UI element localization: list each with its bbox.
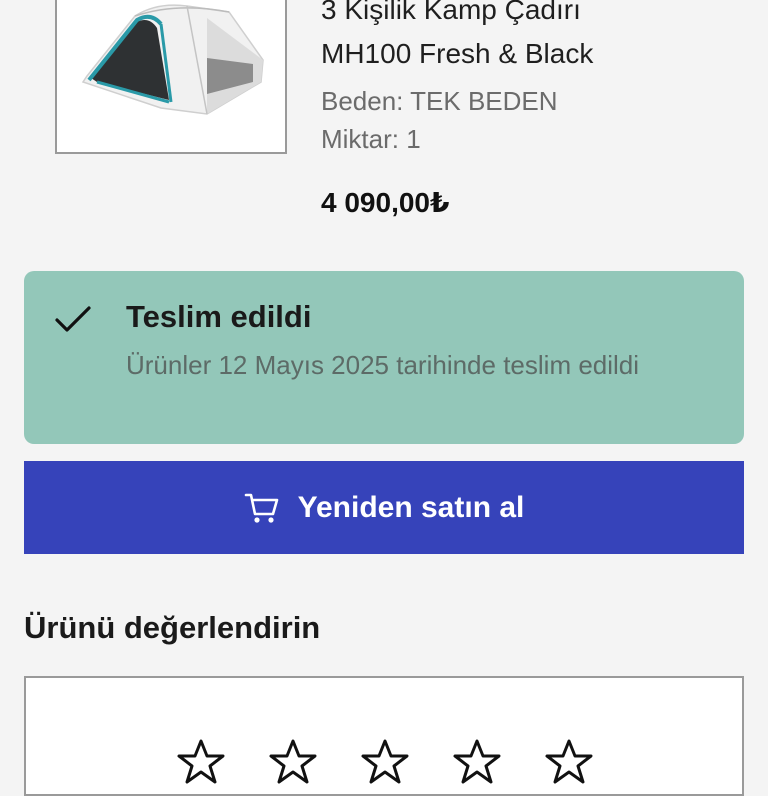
product-image[interactable] <box>55 0 287 154</box>
product-name-line2: MH100 Fresh & Black <box>321 38 594 69</box>
product-name-line1: 3 Kişilik Kamp Çadırı <box>321 0 581 25</box>
star-5-icon[interactable] <box>544 738 594 786</box>
star-3-icon[interactable] <box>360 738 410 786</box>
product-quantity: Miktar: 1 <box>321 124 421 154</box>
rate-product-title: Ürünü değerlendirin <box>24 610 321 645</box>
product-meta: Beden: TEK BEDEN Miktar: 1 <box>321 82 558 158</box>
star-1-icon[interactable] <box>176 738 226 786</box>
product-name[interactable]: 3 Kişilik Kamp Çadırı MH100 Fresh & Blac… <box>321 0 751 76</box>
star-2-icon[interactable] <box>268 738 318 786</box>
delivery-status-description: Ürünler 12 Mayıs 2025 tarihinde teslim e… <box>126 350 640 380</box>
product-price: 4 090,00₺ <box>321 187 450 218</box>
star-rating[interactable] <box>176 738 594 786</box>
buy-again-button[interactable]: Yeniden satın al <box>24 461 744 554</box>
check-icon <box>55 306 91 332</box>
delivery-status-title: Teslim edildi <box>126 299 312 334</box>
tent-icon <box>81 4 264 115</box>
buy-again-label: Yeniden satın al <box>297 490 525 524</box>
rating-box <box>24 676 744 796</box>
cart-icon <box>244 493 278 523</box>
product-size: Beden: TEK BEDEN <box>321 86 558 116</box>
delivery-status-card: Teslim edildi Ürünler 12 Mayıs 2025 tari… <box>24 271 744 444</box>
star-4-icon[interactable] <box>452 738 502 786</box>
